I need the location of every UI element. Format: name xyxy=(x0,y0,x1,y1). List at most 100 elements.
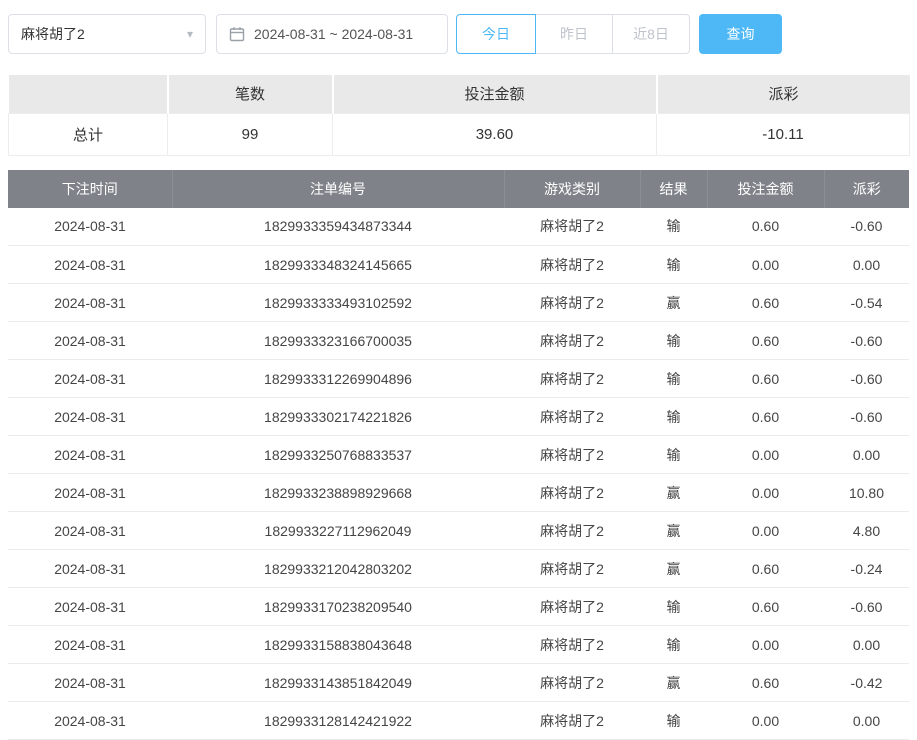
bet-amount: 0.60 xyxy=(707,360,824,398)
bet-result: 赢 xyxy=(640,474,707,512)
bet-amount: 0.00 xyxy=(707,474,824,512)
bet-amount: 0.60 xyxy=(707,398,824,436)
game-select-value: 麻将胡了2 xyxy=(21,24,85,44)
table-row: 2024-08-311829933323166700035麻将胡了2输0.60-… xyxy=(8,322,909,360)
summary-header-row: 笔数 投注金额 派彩 xyxy=(9,75,910,113)
bet-result: 输 xyxy=(640,360,707,398)
table-row: 2024-08-311829933333493102592麻将胡了2赢0.60-… xyxy=(8,284,909,322)
game-type: 麻将胡了2 xyxy=(504,360,640,398)
bet-date: 2024-08-31 xyxy=(8,474,172,512)
bet-date: 2024-08-31 xyxy=(8,208,172,246)
bet-records-table: 下注时间 注单编号 游戏类别 结果 投注金额 派彩 2024-08-311829… xyxy=(8,170,909,740)
bet-date: 2024-08-31 xyxy=(8,512,172,550)
bet-id: 1829933143851842049 xyxy=(172,664,504,702)
col-header-bet-id: 注单编号 xyxy=(172,170,504,208)
bet-payout: -0.60 xyxy=(824,588,909,626)
game-select[interactable]: 麻将胡了2 ▾ xyxy=(8,14,206,54)
bet-amount: 0.60 xyxy=(707,208,824,246)
game-type: 麻将胡了2 xyxy=(504,284,640,322)
bet-amount: 0.00 xyxy=(707,702,824,740)
bet-payout: -0.60 xyxy=(824,360,909,398)
bet-date: 2024-08-31 xyxy=(8,284,172,322)
game-type: 麻将胡了2 xyxy=(504,246,640,284)
bet-payout: 4.80 xyxy=(824,512,909,550)
col-header-payout: 派彩 xyxy=(824,170,909,208)
summary-total-bet-amount: 39.60 xyxy=(333,113,657,155)
summary-table: 笔数 投注金额 派彩 总计 99 39.60 -10.11 xyxy=(8,75,910,156)
bet-amount: 0.00 xyxy=(707,626,824,664)
game-type: 麻将胡了2 xyxy=(504,512,640,550)
bet-id: 1829933238898929668 xyxy=(172,474,504,512)
bet-payout: 0.00 xyxy=(824,626,909,664)
bet-date: 2024-08-31 xyxy=(8,626,172,664)
bet-result: 赢 xyxy=(640,664,707,702)
query-button[interactable]: 查询 xyxy=(699,14,782,54)
table-row: 2024-08-311829933170238209540麻将胡了2输0.60-… xyxy=(8,588,909,626)
yesterday-button[interactable]: 昨日 xyxy=(535,14,613,54)
bet-date: 2024-08-31 xyxy=(8,322,172,360)
bet-id: 1829933359434873344 xyxy=(172,208,504,246)
today-button[interactable]: 今日 xyxy=(456,14,536,54)
bet-amount: 0.60 xyxy=(707,588,824,626)
calendar-icon xyxy=(229,26,245,42)
bet-payout: 0.00 xyxy=(824,702,909,740)
bet-table-body: 2024-08-311829933359434873344麻将胡了2输0.60-… xyxy=(8,208,909,740)
bet-id: 1829933128142421922 xyxy=(172,702,504,740)
col-header-bet-amount: 投注金额 xyxy=(707,170,824,208)
date-range-picker[interactable]: 2024-08-31 ~ 2024-08-31 xyxy=(216,14,448,54)
toolbar: 麻将胡了2 ▾ 2024-08-31 ~ 2024-08-31 今日 昨日 近8… xyxy=(8,14,909,54)
bet-result: 输 xyxy=(640,626,707,664)
bet-amount: 0.00 xyxy=(707,512,824,550)
bet-result: 赢 xyxy=(640,512,707,550)
table-row: 2024-08-311829933128142421922麻将胡了2输0.000… xyxy=(8,702,909,740)
table-row: 2024-08-311829933143851842049麻将胡了2赢0.60-… xyxy=(8,664,909,702)
records-header-row: 下注时间 注单编号 游戏类别 结果 投注金额 派彩 xyxy=(8,170,909,208)
bet-id: 1829933312269904896 xyxy=(172,360,504,398)
table-row: 2024-08-311829933212042803202麻将胡了2赢0.60-… xyxy=(8,550,909,588)
bet-amount: 0.00 xyxy=(707,246,824,284)
game-type: 麻将胡了2 xyxy=(504,436,640,474)
game-type: 麻将胡了2 xyxy=(504,208,640,246)
col-header-game-type: 游戏类别 xyxy=(504,170,640,208)
bet-payout: -0.60 xyxy=(824,322,909,360)
last-8-days-button[interactable]: 近8日 xyxy=(612,14,690,54)
bet-id: 1829933212042803202 xyxy=(172,550,504,588)
bet-payout: -0.60 xyxy=(824,208,909,246)
table-row: 2024-08-311829933158838043648麻将胡了2输0.000… xyxy=(8,626,909,664)
game-type: 麻将胡了2 xyxy=(504,588,640,626)
summary-header-payout: 派彩 xyxy=(657,75,910,113)
col-header-bet-time: 下注时间 xyxy=(8,170,172,208)
summary-header-empty xyxy=(9,75,168,113)
bet-date: 2024-08-31 xyxy=(8,550,172,588)
bet-id: 1829933170238209540 xyxy=(172,588,504,626)
date-range-value: 2024-08-31 ~ 2024-08-31 xyxy=(254,26,413,42)
bet-payout: -0.60 xyxy=(824,398,909,436)
game-type: 麻将胡了2 xyxy=(504,322,640,360)
quick-date-button-group: 今日 昨日 近8日 xyxy=(456,14,690,54)
bet-date: 2024-08-31 xyxy=(8,702,172,740)
summary-total-payout: -10.11 xyxy=(657,113,910,155)
bet-id: 1829933333493102592 xyxy=(172,284,504,322)
table-row: 2024-08-311829933238898929668麻将胡了2赢0.001… xyxy=(8,474,909,512)
bet-amount: 0.00 xyxy=(707,436,824,474)
summary-total-row: 总计 99 39.60 -10.11 xyxy=(9,113,910,155)
bet-payout: -0.54 xyxy=(824,284,909,322)
summary-total-label: 总计 xyxy=(9,113,168,155)
game-type: 麻将胡了2 xyxy=(504,626,640,664)
bet-id: 1829933302174221826 xyxy=(172,398,504,436)
bet-result: 输 xyxy=(640,398,707,436)
game-type: 麻将胡了2 xyxy=(504,664,640,702)
bet-amount: 0.60 xyxy=(707,550,824,588)
bet-payout: -0.42 xyxy=(824,664,909,702)
bet-amount: 0.60 xyxy=(707,322,824,360)
bet-result: 输 xyxy=(640,208,707,246)
game-type: 麻将胡了2 xyxy=(504,474,640,512)
bet-date: 2024-08-31 xyxy=(8,588,172,626)
bet-date: 2024-08-31 xyxy=(8,664,172,702)
bet-id: 1829933348324145665 xyxy=(172,246,504,284)
bet-records-page: 麻将胡了2 ▾ 2024-08-31 ~ 2024-08-31 今日 昨日 近8… xyxy=(0,0,917,740)
table-row: 2024-08-311829933302174221826麻将胡了2输0.60-… xyxy=(8,398,909,436)
bet-date: 2024-08-31 xyxy=(8,398,172,436)
bet-payout: 0.00 xyxy=(824,436,909,474)
bet-payout: -0.24 xyxy=(824,550,909,588)
